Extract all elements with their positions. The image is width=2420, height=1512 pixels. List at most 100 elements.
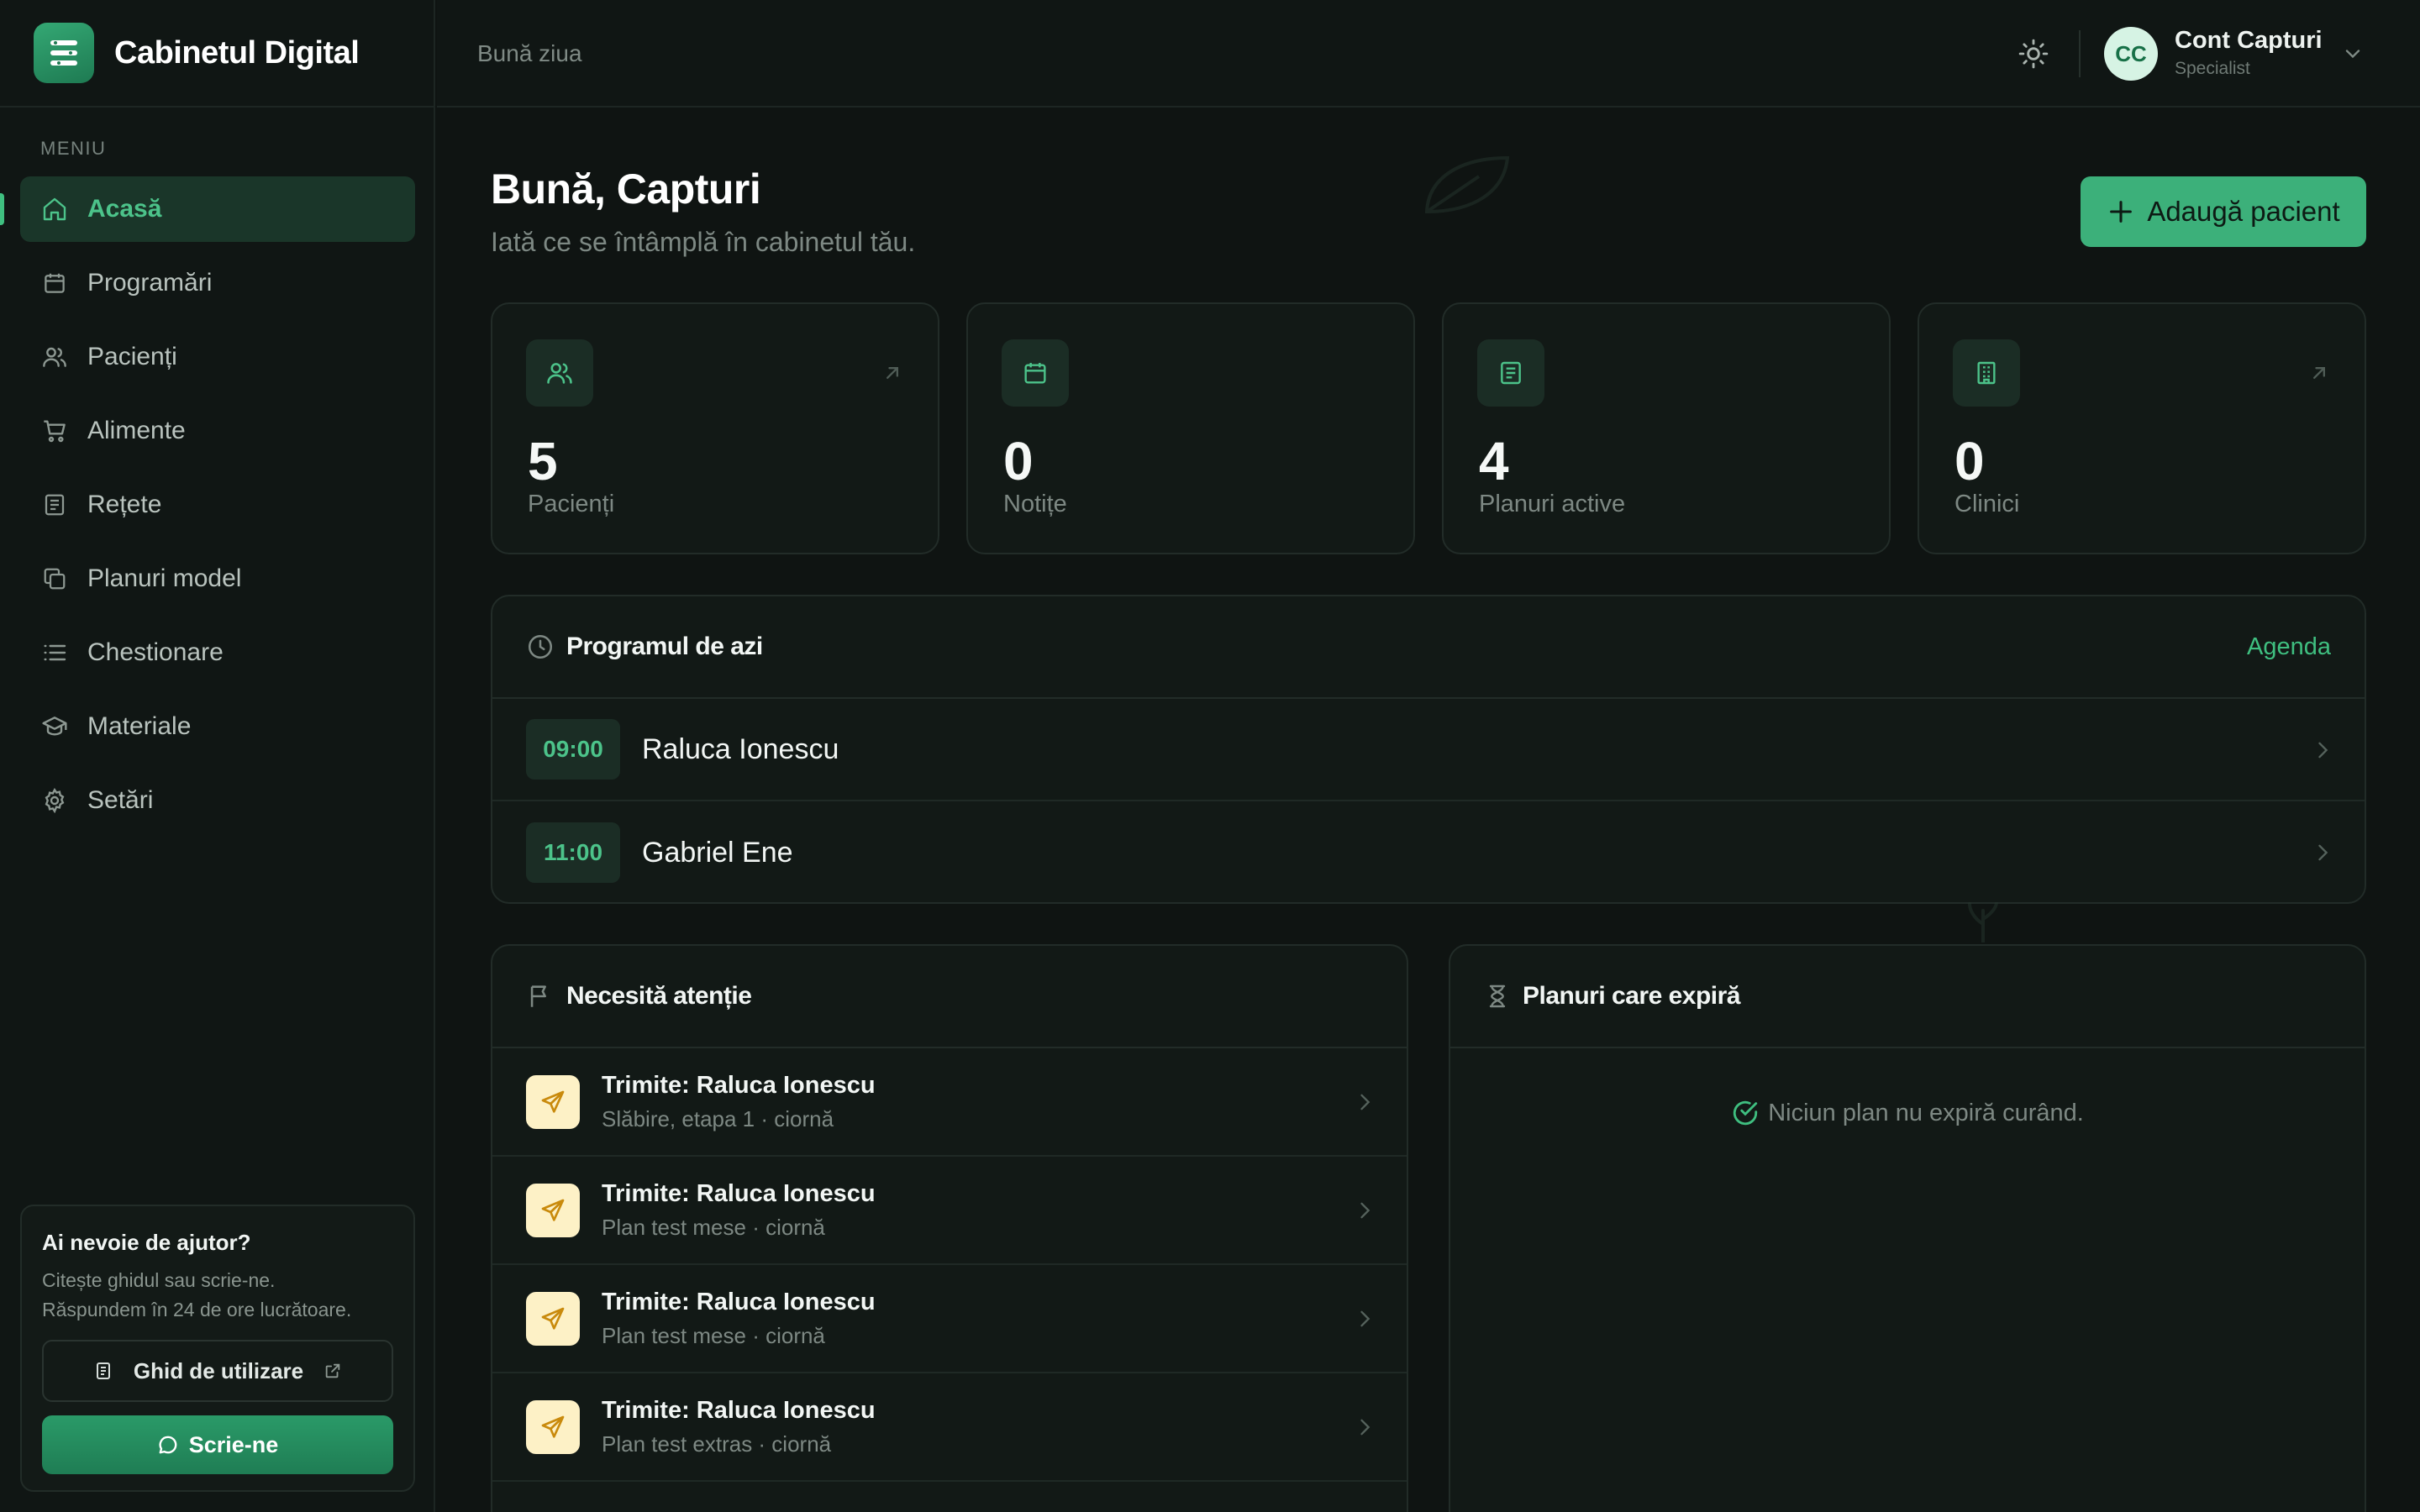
chevron-right-icon: [1353, 1090, 1376, 1114]
sidebar-item-label: Programări: [87, 269, 213, 297]
sidebar-item-template-plans[interactable]: Planuri model: [20, 546, 415, 612]
attention-row[interactable]: Trimite: Raluca Ionescu Plan test extras…: [492, 1373, 1407, 1482]
help-text-line: Răspundem în 24 de ore lucrătoare.: [42, 1299, 352, 1320]
avatar[interactable]: CC: [2104, 27, 2158, 81]
sun-icon: [2017, 37, 2050, 71]
chevron-right-icon: [1353, 1307, 1376, 1331]
arrow-up-right-icon[interactable]: [2307, 361, 2331, 385]
home-icon: [40, 195, 69, 223]
attention-row[interactable]: Trimite: Raluca Ionescu Slăbire, etapa 1…: [492, 1048, 1407, 1157]
stat-card-patients[interactable]: 5 Pacienți: [491, 302, 939, 554]
write-us-label: Scrie-ne: [188, 1431, 279, 1457]
sidebar-item-appointments[interactable]: Programări: [20, 250, 415, 316]
sidebar-item-home[interactable]: Acasă: [0, 176, 415, 242]
theme-toggle-button[interactable]: [2017, 37, 2050, 71]
card-title: Necesită atenție: [566, 982, 752, 1010]
leaf-decoration-icon: [1420, 151, 1512, 218]
attention-row[interactable]: Trimite: Raluca Ionescu Plan test mese ·…: [492, 1265, 1407, 1373]
list-icon: [40, 638, 69, 667]
external-link-icon: [324, 1362, 342, 1380]
attention-title: Trimite: Raluca Ionescu: [602, 1396, 876, 1424]
attention-row[interactable]: Trimite: Raluca Ionescu Plan test mese ·…: [492, 1157, 1407, 1265]
sidebar-item-label: Rețete: [87, 491, 162, 518]
recipe-book-icon: [40, 491, 69, 519]
send-icon: [526, 1074, 580, 1129]
page-subtitle: Iată ce se întâmplă în cabinetul tău.: [491, 227, 916, 257]
sidebar-item-patients[interactable]: Pacienți: [20, 324, 415, 390]
account-name[interactable]: Cont Capturi: [2175, 27, 2323, 55]
sidebar-item-label: Planuri model: [87, 564, 242, 592]
send-icon: [526, 1291, 580, 1346]
send-icon: [526, 1183, 580, 1237]
time-badge: 09:00: [526, 719, 620, 780]
sidebar-item-label: Materiale: [87, 712, 192, 740]
account-menu-chevron[interactable]: [2341, 42, 2365, 66]
sidebar: Cabinetul Digital MENIU Acasă Programări…: [0, 0, 435, 1512]
hourglass-icon: [1484, 983, 1511, 1010]
arrow-up-right-icon[interactable]: [881, 361, 904, 385]
appointment-row[interactable]: 11:00 Gabriel Ene: [492, 801, 2365, 902]
sidebar-item-label: Acasă: [87, 195, 162, 223]
card-title: Programul de azi: [566, 633, 763, 660]
sidebar-item-settings[interactable]: Setări: [20, 768, 415, 833]
flag-icon: [526, 982, 555, 1011]
clock-icon: [526, 633, 555, 661]
add-patient-button[interactable]: Adaugă pacient: [2081, 176, 2366, 247]
empty-state-text: Niciun plan nu expiră curând.: [1768, 1099, 2084, 1126]
chat-bubble-icon: [157, 1434, 179, 1456]
attention-subtitle: Plan test mese · ciornă: [602, 1214, 825, 1240]
sidebar-item-materials[interactable]: Materiale: [20, 694, 415, 759]
brand[interactable]: Cabinetul Digital: [0, 0, 434, 108]
add-patient-label: Adaugă pacient: [2147, 196, 2340, 227]
logo-icon: [34, 23, 94, 83]
stat-value: 5: [528, 431, 558, 491]
menu-label: MENIU: [40, 138, 107, 159]
calendar-icon: [40, 269, 69, 297]
gear-icon: [40, 786, 69, 815]
user-guide-button[interactable]: Ghid de utilizare: [42, 1340, 393, 1402]
card-title: Planuri care expiră: [1523, 982, 1740, 1010]
page-title: Bună, Capturi: [491, 165, 761, 213]
sidebar-item-foods[interactable]: Alimente: [20, 398, 415, 464]
write-us-button[interactable]: Scrie-ne: [42, 1415, 393, 1474]
appointment-row[interactable]: 09:00 Raluca Ionescu: [492, 699, 2365, 801]
plus-icon: [2107, 197, 2135, 226]
attention-subtitle: Slăbire, etapa 1 · ciornă: [602, 1105, 834, 1131]
card-header: Planuri care expiră: [1450, 946, 2365, 1048]
attention-subtitle: Plan test extras · ciornă: [602, 1431, 832, 1457]
calendar-icon: [1002, 339, 1069, 407]
needs-attention-card: Necesită atenție Trimite: Raluca Ionescu…: [491, 944, 1408, 1512]
stat-value: 0: [1954, 431, 1985, 491]
attention-subtitle: Plan test mese · ciornă: [602, 1322, 825, 1348]
chevron-right-icon: [1353, 1415, 1376, 1439]
stat-label: Clinici: [1954, 491, 2020, 517]
sidebar-item-recipes[interactable]: Rețete: [20, 472, 415, 538]
building-icon: [1953, 339, 2020, 407]
cart-icon: [40, 417, 69, 445]
users-icon: [40, 343, 69, 371]
top-header: Bună ziua CC Cont Capturi Specialist: [437, 0, 2420, 108]
attention-title: Trimite: Raluca Ionescu: [602, 1071, 876, 1099]
stat-label: Notițe: [1003, 491, 1067, 517]
stat-label: Pacienți: [528, 491, 615, 517]
copy-icon: [40, 564, 69, 593]
agenda-link[interactable]: Agenda: [2247, 633, 2331, 661]
chevron-right-icon: [2311, 738, 2334, 762]
sidebar-item-label: Pacienți: [87, 343, 177, 370]
header-greeting: Bună ziua: [477, 40, 582, 66]
header-divider: [2079, 30, 2081, 77]
stat-value: 4: [1479, 431, 1509, 491]
stat-value: 0: [1003, 431, 1034, 491]
chevron-right-icon: [1353, 1199, 1376, 1222]
patient-name: Raluca Ionescu: [642, 732, 839, 765]
attention-title: Trimite: Raluca Ionescu: [602, 1288, 876, 1315]
graduation-cap-icon: [40, 712, 69, 741]
help-card: Ai nevoie de ajutor? Citește ghidul sau …: [20, 1205, 415, 1492]
sidebar-item-questionnaires[interactable]: Chestionare: [20, 620, 415, 685]
stat-card-clinics[interactable]: 0 Clinici: [1918, 302, 2366, 554]
attention-title: Trimite: Raluca Ionescu: [602, 1179, 876, 1207]
empty-state: Niciun plan nu expiră curând.: [1450, 1099, 2365, 1127]
chevron-right-icon: [2311, 841, 2334, 864]
sidebar-item-label: Setări: [87, 786, 154, 814]
help-title: Ai nevoie de ajutor?: [42, 1230, 251, 1255]
